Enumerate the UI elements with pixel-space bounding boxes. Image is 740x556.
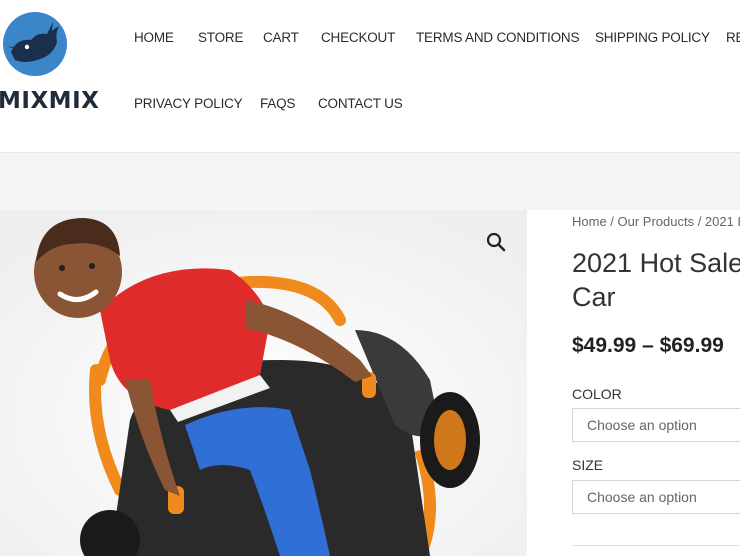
nav-contact-us[interactable]: CONTACT US <box>318 96 403 111</box>
color-label: COLOR <box>572 386 622 402</box>
product-title-line2: Car <box>572 282 616 312</box>
product-title: 2021 Hot Sale Car <box>572 246 740 314</box>
nav-shipping-policy[interactable]: SHIPPING POLICY <box>595 30 710 45</box>
logo-text: MIXMIX <box>0 88 100 114</box>
color-select[interactable]: Choose an option <box>572 408 740 442</box>
site-logo[interactable]: MIXMIX <box>0 12 99 114</box>
product-price: $49.99 – $69.99 <box>572 334 724 357</box>
product-image[interactable] <box>0 210 527 556</box>
nav-store[interactable]: STORE <box>198 30 243 45</box>
size-select[interactable]: Choose an option <box>572 480 740 514</box>
nav-faqs[interactable]: FAQS <box>260 96 295 111</box>
product-summary: Home / Our Products / 2021 H 2021 Hot Sa… <box>572 210 740 556</box>
nav-returns-partial[interactable]: RE <box>726 30 740 45</box>
nav-privacy-policy[interactable]: PRIVACY POLICY <box>134 96 243 111</box>
product-title-line1: 2021 Hot Sale <box>572 248 740 278</box>
nav-cart[interactable]: CART <box>263 30 299 45</box>
nav-terms-and-conditions[interactable]: TERMS AND CONDITIONS <box>416 30 579 45</box>
search-icon[interactable] <box>484 230 508 254</box>
nav-checkout[interactable]: CHECKOUT <box>321 30 395 45</box>
nav-home[interactable]: HOME <box>134 30 174 45</box>
size-label: SIZE <box>572 457 604 473</box>
divider <box>572 545 740 546</box>
site-header: MIXMIX HOME STORE CART CHECKOUT TERMS AN… <box>0 0 740 153</box>
page-band <box>0 153 740 210</box>
breadcrumb[interactable]: Home / Our Products / 2021 H <box>572 214 740 229</box>
bird-logo-icon <box>3 12 67 76</box>
